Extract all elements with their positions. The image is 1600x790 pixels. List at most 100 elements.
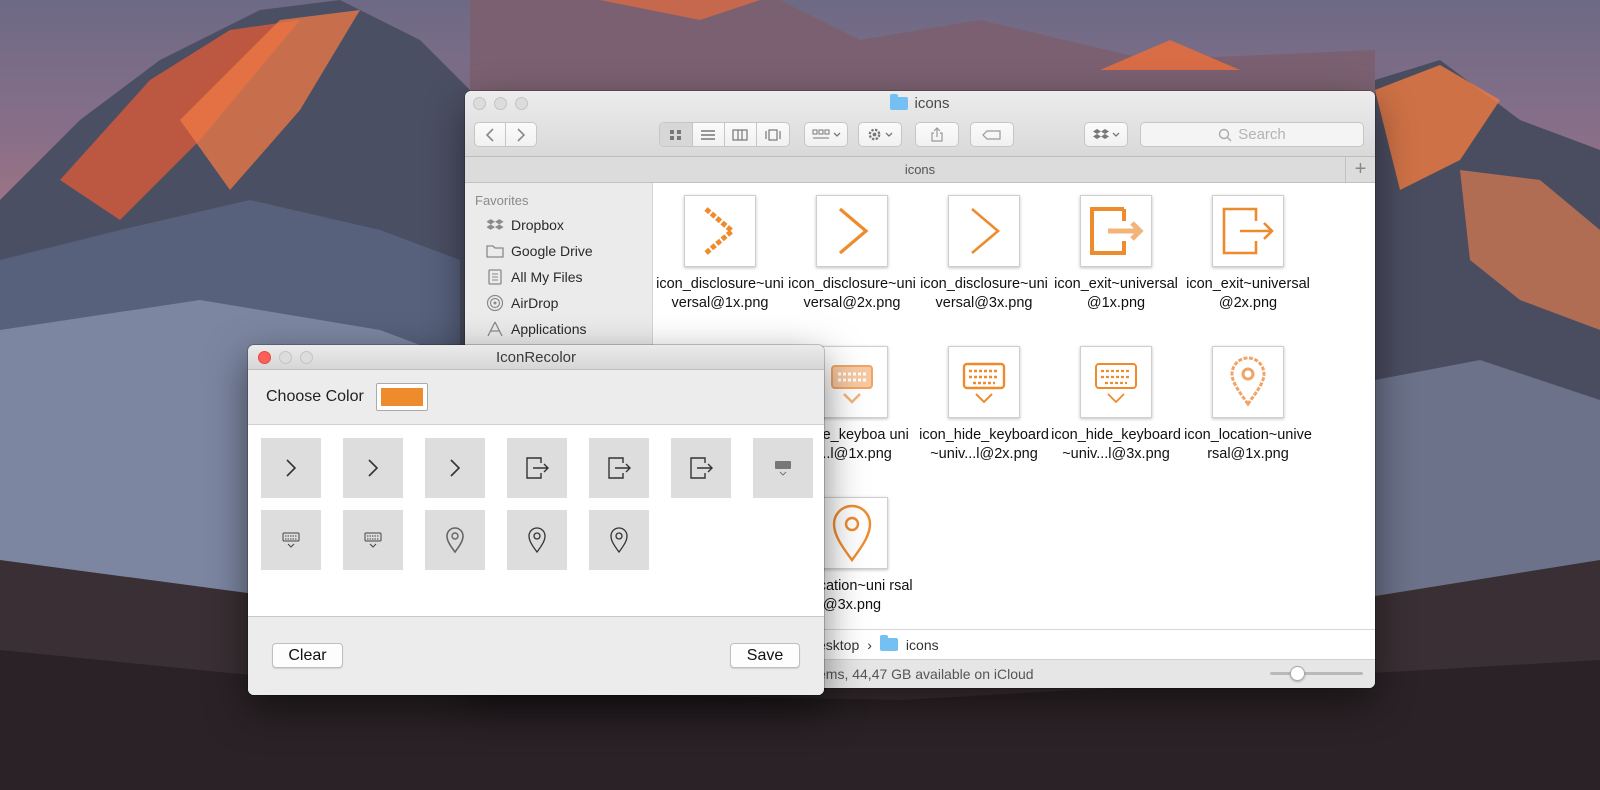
file-item[interactable]: icon_hide_keyboard~univ...l@2x.png: [919, 346, 1049, 464]
tab-icons[interactable]: icons +: [465, 157, 1375, 183]
new-tab-button[interactable]: +: [1345, 157, 1375, 183]
path-item-icons[interactable]: icons: [906, 637, 939, 653]
icon-tile[interactable]: [261, 510, 321, 570]
folder-icon: [486, 245, 504, 258]
list-icon: [701, 129, 716, 140]
sidebar-item-label: Dropbox: [511, 217, 564, 233]
zoom-button[interactable]: [300, 351, 313, 364]
file-item[interactable]: icon_exit~universal@2x.png: [1183, 195, 1313, 313]
keyboard-icon: [282, 532, 300, 548]
keyboard-icon: [1095, 363, 1137, 404]
icon-tile[interactable]: [261, 438, 321, 498]
clear-button[interactable]: Clear: [272, 643, 343, 668]
file-name: icon_disclosure~universal@3x.png: [920, 276, 1048, 311]
sidebar-item-applications[interactable]: Applications: [465, 316, 652, 342]
sidebar-item-label: Google Drive: [511, 243, 593, 259]
sidebar-item-dropbox[interactable]: Dropbox: [465, 212, 652, 238]
file-item[interactable]: icon_location~universal@1x.png: [1183, 346, 1313, 464]
icon-tile[interactable]: [589, 438, 649, 498]
file-item[interactable]: icon_exit~universal@1x.png: [1051, 195, 1181, 313]
sidebar-item-label: Applications: [511, 321, 587, 337]
arrange-icon: [812, 129, 829, 138]
icon-view-button[interactable]: [660, 123, 693, 146]
icon-tile[interactable]: [589, 510, 649, 570]
arrange-button[interactable]: [804, 122, 848, 147]
back-button[interactable]: [475, 123, 506, 146]
sidebar-item-google-drive[interactable]: Google Drive: [465, 238, 652, 264]
share-button[interactable]: [915, 122, 959, 147]
file-item[interactable]: icon_disclosure~universal@3x.png: [919, 195, 1049, 313]
file-thumbnail: [1080, 195, 1152, 267]
file-item[interactable]: icon_disclosure~universal@1x.png: [655, 195, 785, 313]
nav-buttons: [474, 122, 537, 147]
chevron-right-icon: [704, 207, 736, 255]
chevron-down-icon: [1112, 132, 1119, 137]
sidebar-item-airdrop[interactable]: AirDrop: [465, 290, 652, 316]
sidebar-item-all-my-files[interactable]: All My Files: [465, 264, 652, 290]
color-swatch: [380, 388, 423, 406]
chevron-right-icon: [368, 459, 379, 477]
icon-tile[interactable]: [507, 510, 567, 570]
location-pin-icon: [528, 527, 546, 554]
chevron-down-icon: [833, 132, 840, 137]
gear-icon: [868, 128, 881, 141]
exit-icon: [608, 457, 631, 479]
icon-tile[interactable]: [507, 438, 567, 498]
color-well[interactable]: [375, 383, 428, 411]
gallery-icon: [765, 128, 781, 141]
file-name: icon_hide_keyboard~univ...l@3x.png: [1051, 427, 1181, 462]
color-chooser-row: Choose Color: [248, 370, 824, 425]
sidebar-item-label: All My Files: [511, 269, 583, 285]
chevron-left-icon: [485, 127, 494, 142]
list-view-button[interactable]: [693, 123, 725, 146]
file-name: icon_disclosure~universal@1x.png: [656, 276, 784, 311]
exit-icon: [526, 457, 549, 479]
chevron-right-icon: [971, 208, 1001, 254]
file-item[interactable]: icon_hide_keyboard~univ...l@3x.png: [1051, 346, 1181, 464]
choose-color-label: Choose Color: [266, 388, 364, 405]
icon-tile[interactable]: [425, 510, 485, 570]
file-name: icon_hide_keyboard~univ...l@2x.png: [919, 427, 1049, 462]
finder-toolbar: icons Search: [465, 91, 1375, 157]
file-thumbnail: [948, 346, 1020, 418]
file-thumbnail: [1212, 195, 1284, 267]
location-pin-icon: [610, 527, 628, 554]
view-mode-selector: [659, 122, 790, 147]
dropbox-toolbar-button[interactable]: [1084, 122, 1128, 147]
icon-tile[interactable]: [671, 438, 731, 498]
slider-knob[interactable]: [1289, 666, 1305, 681]
sidebar-heading: Favorites: [475, 193, 529, 208]
search-placeholder: Search: [1238, 126, 1286, 143]
keyboard-icon: [831, 365, 873, 404]
action-button[interactable]: [858, 122, 902, 147]
save-button[interactable]: Save: [730, 643, 800, 668]
search-input[interactable]: Search: [1140, 122, 1364, 147]
file-item[interactable]: icon_disclosure~universal@2x.png: [787, 195, 917, 313]
close-button[interactable]: [258, 351, 271, 364]
file-name: icon_location~universal@1x.png: [1184, 427, 1312, 462]
icon-tile[interactable]: [753, 438, 813, 498]
icon-tile[interactable]: [425, 438, 485, 498]
column-view-button[interactable]: [725, 123, 757, 146]
chevron-right-icon: [450, 459, 461, 477]
iconrecolor-titlebar: IconRecolor: [248, 345, 824, 370]
tags-button[interactable]: [970, 122, 1014, 147]
keyboard-icon: [775, 461, 791, 476]
dropbox-icon: [1092, 128, 1109, 139]
file-thumbnail: [816, 497, 888, 569]
gallery-view-button[interactable]: [757, 123, 789, 146]
file-thumbnail: [1080, 346, 1152, 418]
exit-icon: [1222, 207, 1274, 255]
path-separator: ›: [867, 636, 872, 653]
airdrop-icon: [486, 294, 504, 312]
sidebar-item-label: AirDrop: [511, 295, 559, 311]
tab-label: icons: [904, 162, 936, 177]
icon-tile[interactable]: [343, 510, 403, 570]
all-files-icon: [488, 269, 502, 285]
icon-size-slider[interactable]: [1270, 666, 1363, 681]
file-thumbnail: [684, 195, 756, 267]
minimize-button[interactable]: [279, 351, 292, 364]
icon-tile[interactable]: [343, 438, 403, 498]
path-item-desktop[interactable]: esktop: [818, 637, 859, 653]
forward-button[interactable]: [506, 123, 536, 146]
